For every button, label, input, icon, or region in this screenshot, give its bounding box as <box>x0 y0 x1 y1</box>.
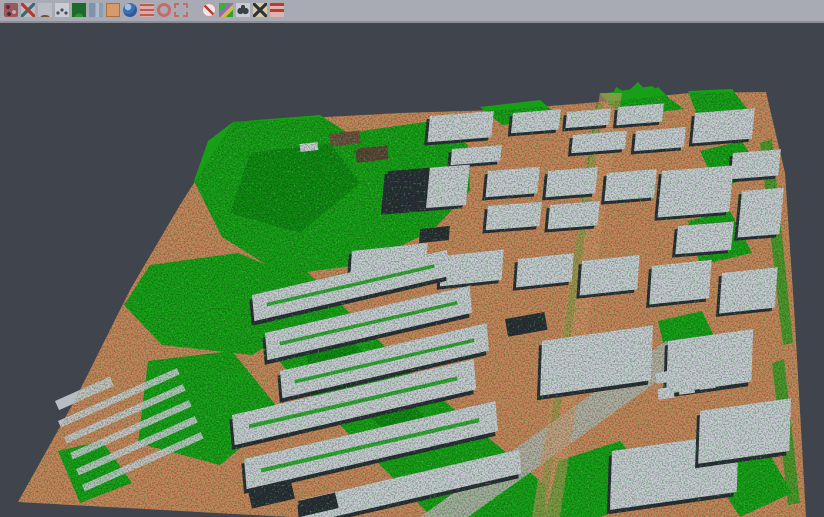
cross-section-icon <box>21 3 35 17</box>
delete-cross-icon <box>253 3 267 17</box>
ground-points-icon <box>55 3 69 17</box>
remove-lines-icon <box>270 3 284 17</box>
clip-button[interactable] <box>200 1 217 19</box>
circle-select-icon <box>157 3 171 17</box>
terrain-icon <box>38 3 52 17</box>
cross-section-button[interactable] <box>19 1 36 19</box>
profile-button[interactable] <box>87 1 104 19</box>
globe-button[interactable] <box>121 1 138 19</box>
circle-select-button[interactable] <box>155 1 172 19</box>
binoculars-icon <box>236 3 250 17</box>
vegetation-button[interactable] <box>70 1 87 19</box>
list-lines-icon <box>140 3 154 17</box>
3d-viewport[interactable] <box>0 23 824 517</box>
classified-points-button[interactable] <box>2 1 19 19</box>
classification-colors-icon <box>219 3 233 17</box>
application-window <box>0 0 824 517</box>
binoculars-button[interactable] <box>234 1 251 19</box>
ortho-image-icon <box>106 3 120 17</box>
classified-points-icon <box>4 3 18 17</box>
extent-select-icon <box>174 3 188 17</box>
terrain-button[interactable] <box>36 1 53 19</box>
toolbar-separator <box>189 1 200 19</box>
list-lines-button[interactable] <box>138 1 155 19</box>
point-cloud-scene <box>0 23 824 517</box>
toolbar <box>0 0 824 23</box>
globe-icon <box>123 3 137 17</box>
extent-select-button[interactable] <box>172 1 189 19</box>
vegetation-icon <box>72 3 86 17</box>
ground-points-button[interactable] <box>53 1 70 19</box>
remove-lines-button[interactable] <box>268 1 285 19</box>
delete-cross-button[interactable] <box>251 1 268 19</box>
ortho-image-button[interactable] <box>104 1 121 19</box>
clip-icon <box>202 3 216 17</box>
profile-icon <box>89 3 103 17</box>
classification-colors-button[interactable] <box>217 1 234 19</box>
